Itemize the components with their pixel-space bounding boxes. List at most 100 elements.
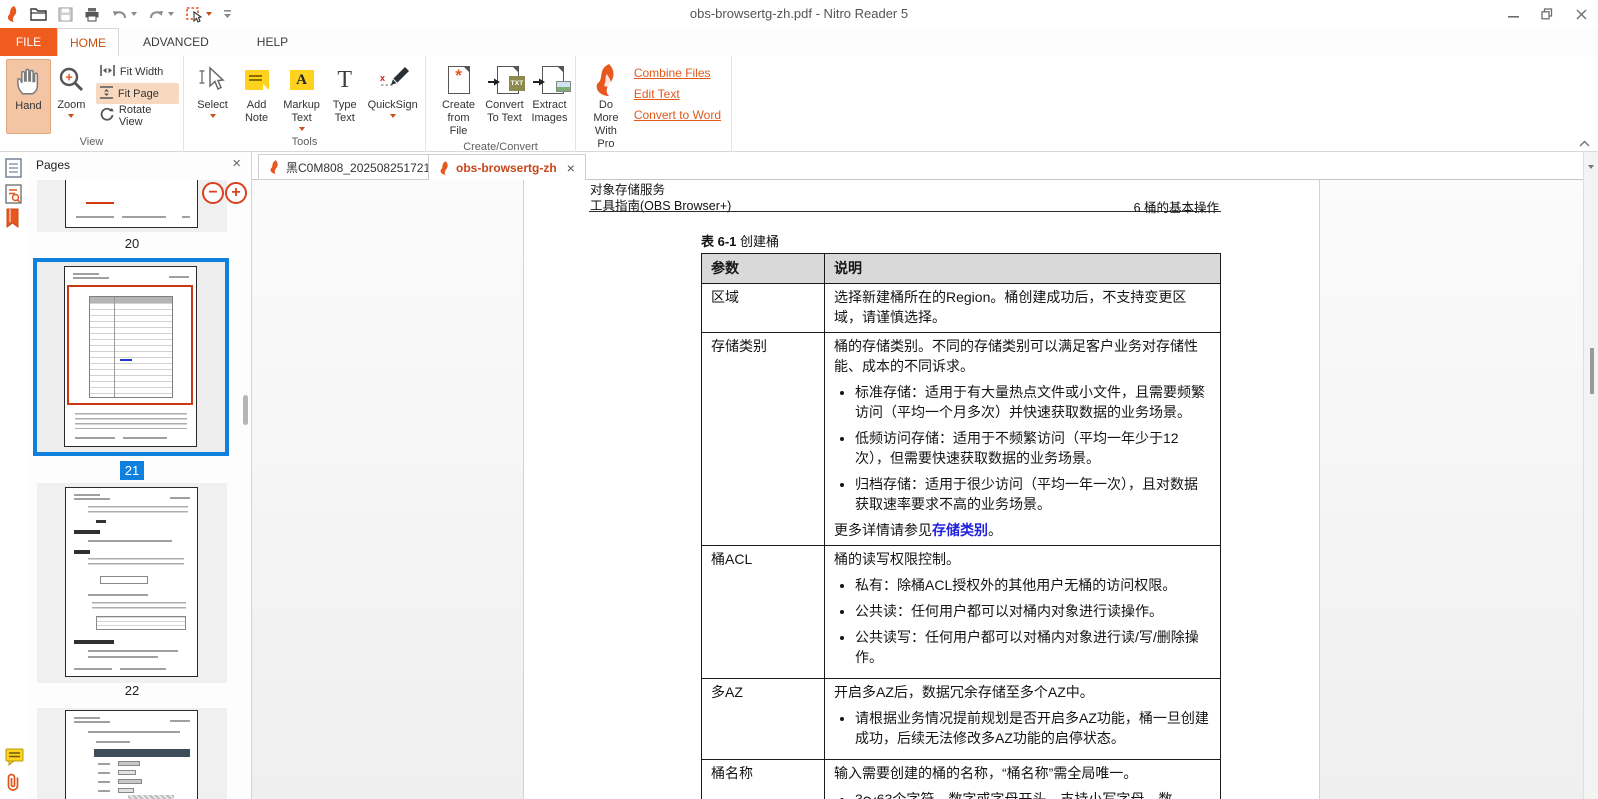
quicksign-button[interactable]: x QuickSign	[364, 59, 421, 134]
convert-to-word-link[interactable]: Convert to Word	[634, 108, 721, 122]
document-tab-close-icon[interactable]: ×	[567, 160, 575, 176]
scroll-down-arrow[interactable]	[1588, 165, 1594, 169]
convert-to-text-label: Convert To Text	[485, 99, 524, 124]
table-row: 区域 选择新建桶所在的Region。桶创建成功后，不支持变更区域，请谨慎选择。	[701, 283, 1221, 333]
sidebar-scrollbar-thumb[interactable]	[243, 395, 248, 425]
table-row: 存储类别 桶的存储类别。不同的存储类别可以满足客户业务对存储性能、成本的不同诉求。…	[701, 332, 1221, 546]
fit-width-button[interactable]: Fit Width	[96, 61, 179, 82]
type-text-button[interactable]: T Type Text	[325, 59, 364, 134]
header-param: 参数	[701, 253, 825, 284]
bookmark-icon[interactable]	[5, 208, 20, 233]
save-button[interactable]	[58, 6, 73, 22]
zoom-button[interactable]: + Zoom	[51, 59, 92, 134]
zoom-icon: +	[56, 62, 86, 98]
fit-page-icon	[99, 85, 113, 102]
vertical-scrollbar[interactable]	[1583, 152, 1598, 799]
undo-dropdown-arrow[interactable]	[131, 12, 137, 16]
page-thumbnail-22[interactable]	[65, 487, 198, 677]
description-intro: 开启多AZ后，数据冗余存储至多个AZ中。	[834, 684, 1094, 700]
quicksign-label: QuickSign	[367, 99, 418, 111]
add-note-label: Add Note	[244, 99, 269, 124]
header-desc: 说明	[824, 253, 1221, 284]
tab-file[interactable]: FILE	[0, 28, 57, 56]
page-thumbnail-20[interactable]	[65, 180, 198, 228]
collapse-ribbon-button[interactable]	[1579, 134, 1590, 152]
pen-nib-icon: x	[377, 62, 409, 98]
redo-dropdown-arrow[interactable]	[168, 12, 174, 16]
select-dropdown-arrow[interactable]	[209, 114, 216, 118]
quick-access-toolbar	[6, 0, 232, 28]
combine-files-link[interactable]: Combine Files	[634, 66, 721, 80]
fit-page-button[interactable]: Fit Page	[95, 83, 179, 104]
create-from-file-button[interactable]: * Create from File	[436, 59, 481, 139]
restore-button[interactable]	[1530, 0, 1564, 28]
tab-help[interactable]: HELP	[233, 28, 312, 56]
redo-button[interactable]	[148, 8, 174, 20]
pages-panel-icon[interactable]	[5, 158, 22, 183]
hand-tool-button[interactable]: Hand	[6, 59, 51, 134]
highlighter-icon: A	[289, 62, 314, 98]
thumbnail-zoom-out-button[interactable]: −	[202, 182, 224, 204]
nitro-doc-icon	[270, 160, 278, 174]
nitro-reader-window: obs-browsertg-zh.pdf - Nitro Reader 5 FI…	[0, 0, 1598, 799]
undo-button[interactable]	[111, 8, 137, 20]
txt-badge: TXT	[508, 76, 526, 91]
rotate-view-icon	[100, 107, 114, 124]
attachments-panel-icon[interactable]	[5, 772, 22, 797]
page-thumbnail-21-selected[interactable]	[33, 258, 229, 456]
pdf-header-rule	[589, 211, 1221, 212]
markup-text-button[interactable]: A Markup Text	[278, 59, 325, 134]
document-tab-1-label: 黑C0M808_20250825172131	[286, 160, 444, 175]
snapshot-dropdown-arrow[interactable]	[206, 12, 212, 16]
create-from-file-label: Create from File	[441, 99, 476, 137]
svg-text:x: x	[380, 73, 385, 83]
table-row: 桶ACL桶的读写权限控制。私有：除桶ACL授权外的其他用户无桶的访问权限。公共读…	[701, 545, 1221, 679]
description-intro: 桶的存储类别。不同的存储类别可以满足客户业务对存储性能、成本的不同诉求。	[834, 338, 1198, 374]
bullet-item: 归档存储：适用于很少访问（平均一年一次），且对数据获取速率要求不高的业务场景。	[855, 474, 1211, 514]
pages-panel: Pages × − + 20 21 22	[28, 152, 252, 799]
markup-text-label: Markup Text	[283, 99, 320, 124]
page-thumbnail-23[interactable]	[65, 710, 198, 799]
page-preview-icon[interactable]	[5, 184, 22, 209]
minimize-button[interactable]	[1496, 0, 1530, 28]
pages-panel-close-icon[interactable]: ×	[232, 156, 241, 172]
thumbnail-list: 20 21 22	[28, 180, 251, 799]
customize-toolbar-button[interactable]	[223, 9, 232, 19]
zoom-dropdown-arrow[interactable]	[68, 114, 75, 118]
ribbon-group-view: Hand + Zoom Fit Width Fit Page Rotate Vi…	[0, 56, 184, 152]
description-cell: 桶的存储类别。不同的存储类别可以满足客户业务对存储性能、成本的不同诉求。标准存储…	[824, 332, 1221, 546]
document-tab-1[interactable]: 黑C0M808_20250825172131	[258, 154, 455, 180]
quicksign-dropdown-arrow[interactable]	[389, 114, 396, 118]
page-number-20: 20	[124, 236, 140, 251]
select-tool-button[interactable]: Select	[190, 59, 235, 134]
print-button[interactable]	[84, 7, 100, 22]
tab-advanced[interactable]: ADVANCED	[119, 28, 233, 56]
document-tab-2-active[interactable]: obs-browsertg-zh ×	[428, 154, 586, 181]
extract-images-button[interactable]: Extract Images	[528, 59, 572, 139]
scrollbar-thumb[interactable]	[1590, 348, 1594, 394]
snapshot-tool-button[interactable]	[185, 6, 212, 23]
close-button[interactable]	[1564, 0, 1598, 28]
hand-label: Hand	[15, 100, 42, 112]
type-text-icon: T	[337, 67, 353, 93]
zoom-label: Zoom	[57, 99, 86, 111]
storage-class-link[interactable]: 存储类别	[932, 522, 988, 538]
markup-dropdown-arrow[interactable]	[298, 127, 305, 131]
tab-home[interactable]: HOME	[57, 28, 119, 56]
current-view-rectangle	[67, 285, 193, 405]
param-cell: 多AZ	[701, 678, 825, 760]
bullet-item: 3～63个字符，数字或字母开头，支持小写字母、数字、“-”、“.”。	[855, 789, 1211, 799]
page-number-21-selected: 21	[120, 461, 144, 480]
ribbon-group-tools: Select Add Note A Markup Text T Type Tex…	[184, 56, 426, 152]
comments-panel-icon[interactable]	[5, 748, 24, 771]
ribbon: Hand + Zoom Fit Width Fit Page Rotate Vi…	[0, 56, 1598, 166]
do-more-with-pro-button[interactable]: Do More With Pro	[584, 59, 628, 152]
page-number-22: 22	[124, 683, 140, 698]
convert-to-text-button[interactable]: TXT Convert To Text	[481, 59, 528, 139]
edit-text-link[interactable]: Edit Text	[634, 87, 721, 101]
rotate-view-button[interactable]: Rotate View	[96, 104, 179, 128]
add-note-button[interactable]: Add Note	[235, 59, 278, 134]
thumbnail-zoom-in-button[interactable]: +	[225, 182, 247, 204]
bullet-item: 公共读：任何用户都可以对桶内对象进行读操作。	[855, 601, 1211, 621]
open-file-button[interactable]	[30, 7, 47, 21]
